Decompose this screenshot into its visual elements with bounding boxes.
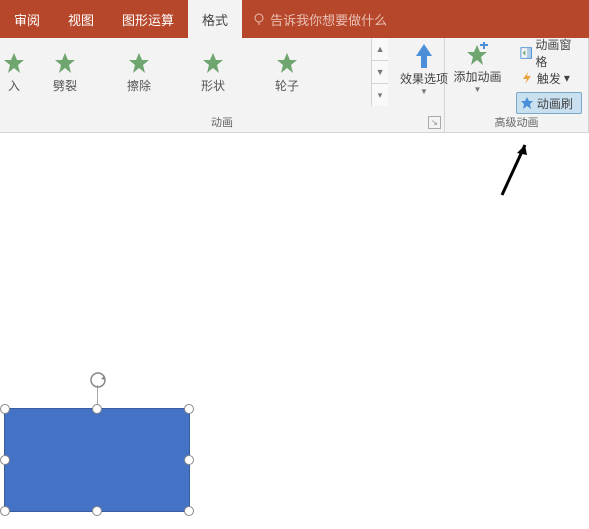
resize-handle-tr[interactable]: [184, 404, 194, 414]
tab-drawing[interactable]: 图形运算: [108, 0, 188, 38]
ribbon-tab-strip: 审阅 视图 图形运算 格式 告诉我你想要做什么: [0, 0, 589, 38]
group-label-animation: 动画: [0, 114, 444, 130]
painter-star-icon: [520, 96, 534, 110]
gallery-more[interactable]: ▾: [372, 84, 388, 106]
rotate-icon: [89, 371, 107, 389]
resize-handle-bl[interactable]: [0, 506, 10, 516]
star-icon: [53, 51, 77, 75]
animation-label: 轮子: [275, 77, 299, 94]
tab-format[interactable]: 格式: [188, 0, 242, 38]
tell-me-search[interactable]: 告诉我你想要做什么: [252, 10, 387, 29]
group-animation: 入 劈裂 擦除 形状 轮子: [0, 38, 445, 132]
animation-label: 劈裂: [53, 77, 77, 94]
resize-handle-br[interactable]: [184, 506, 194, 516]
group-label-advanced: 高级动画: [445, 114, 588, 130]
tab-view[interactable]: 视图: [54, 0, 108, 38]
selected-rectangle-shape[interactable]: [4, 408, 190, 512]
animation-item-split[interactable]: 劈裂: [28, 42, 102, 102]
animation-item-in[interactable]: 入: [0, 42, 28, 102]
star-icon: [127, 51, 151, 75]
group-advanced-animation: 添加动画 ▼ 动画窗格 触发 ▾ 动画刷 高级动画: [445, 38, 589, 132]
animation-pane-label: 动画窗格: [535, 36, 578, 70]
dropdown-caret-icon: ▼: [420, 87, 428, 96]
animation-label: 擦除: [127, 77, 151, 94]
animation-item-wheel[interactable]: 轮子: [250, 42, 324, 102]
dropdown-caret-icon: ▼: [473, 85, 481, 94]
dialog-launcher[interactable]: ↘: [428, 116, 441, 129]
gallery-scroll-down[interactable]: ▼: [372, 61, 388, 84]
annotation-arrow-icon: [497, 137, 537, 197]
gallery-scrollbar: ▲ ▼ ▾: [371, 38, 388, 106]
animation-item-shape[interactable]: 形状: [176, 42, 250, 102]
animation-gallery-wrap: 入 劈裂 擦除 形状 轮子: [0, 38, 388, 110]
animation-label: 入: [8, 77, 20, 94]
resize-handle-tm[interactable]: [92, 404, 102, 414]
animation-pane-button[interactable]: 动画窗格: [516, 42, 582, 64]
animation-painter-button[interactable]: 动画刷: [516, 92, 582, 114]
ribbon: 入 劈裂 擦除 形状 轮子: [0, 38, 589, 133]
lightbulb-icon: [252, 12, 266, 26]
star-icon: [2, 51, 26, 75]
resize-handle-bm[interactable]: [92, 506, 102, 516]
lightning-icon: [520, 71, 534, 85]
gallery-scroll-up[interactable]: ▲: [372, 38, 388, 61]
animation-painter-label: 动画刷: [537, 95, 573, 112]
star-plus-icon: [464, 42, 490, 68]
dropdown-caret-icon: ▾: [564, 71, 570, 85]
rotation-handle[interactable]: [89, 371, 107, 392]
add-animation-label: 添加动画: [453, 70, 501, 84]
animation-label: 形状: [201, 77, 225, 94]
arrow-up-icon: [412, 42, 436, 70]
effect-options-label: 效果选项: [400, 72, 448, 86]
resize-handle-mr[interactable]: [184, 455, 194, 465]
resize-handle-tl[interactable]: [0, 404, 10, 414]
tell-me-label: 告诉我你想要做什么: [270, 10, 387, 29]
slide-canvas[interactable]: 2: [0, 133, 589, 529]
star-icon: [201, 51, 225, 75]
star-icon: [275, 51, 299, 75]
animation-item-wipe[interactable]: 擦除: [102, 42, 176, 102]
tab-review[interactable]: 审阅: [0, 0, 54, 38]
pane-icon: [520, 46, 532, 60]
resize-handle-ml[interactable]: [0, 455, 10, 465]
trigger-label: 触发: [537, 70, 561, 87]
animation-gallery: 入 劈裂 擦除 形状 轮子: [0, 38, 371, 110]
trigger-button[interactable]: 触发 ▾: [516, 67, 582, 89]
